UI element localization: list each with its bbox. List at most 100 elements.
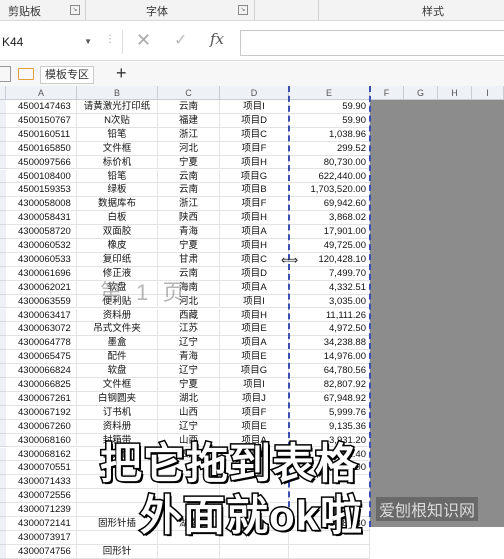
cell-d[interactable]: 项目H [220, 155, 289, 170]
cell-d[interactable]: 项目C [220, 127, 289, 142]
column-header-i[interactable]: I [472, 86, 504, 100]
cell-e[interactable]: 64,780.56 [289, 364, 370, 378]
cell-e[interactable]: 59.90 [289, 113, 370, 128]
cell-c[interactable]: 江苏 [158, 322, 220, 337]
cell-d[interactable]: 项目E [220, 350, 289, 365]
cell-b[interactable]: 配件 [77, 350, 158, 365]
cell-d[interactable]: 项目I [220, 378, 289, 392]
cell-b[interactable]: 橡皮 [77, 239, 158, 253]
cell-d[interactable]: 项目I [220, 100, 289, 114]
cell-a[interactable]: 4300064778 [6, 336, 77, 351]
cell-a[interactable]: 4300066824 [6, 364, 77, 378]
cell-d[interactable]: 项目E [220, 322, 289, 337]
cell-c[interactable]: 山西 [158, 405, 220, 420]
cell-d[interactable]: 项目H [220, 308, 289, 323]
cell-e[interactable]: 120,428.10 [289, 252, 370, 267]
cell-a[interactable]: 4500165850 [6, 141, 77, 156]
formula-input[interactable] [240, 30, 504, 56]
cell-a[interactable]: 4300063072 [6, 322, 77, 337]
cell-c[interactable] [158, 544, 220, 559]
cell-e[interactable]: 3,868.02 [289, 211, 370, 226]
cell-a[interactable]: 4300072556 [6, 489, 77, 504]
cell-c[interactable]: 辽宁 [158, 336, 220, 351]
cell-a[interactable]: 4300062021 [6, 280, 77, 295]
cell-d[interactable]: 项目C [220, 252, 289, 267]
cell-c[interactable]: 青海 [158, 225, 220, 239]
cell-a[interactable]: 4500159353 [6, 183, 77, 198]
cell-a[interactable]: 4300071433 [6, 475, 77, 490]
column-header-e[interactable]: E [289, 86, 370, 100]
column-header-a[interactable]: A [6, 86, 77, 100]
cell-a[interactable]: 4500147463 [6, 100, 77, 114]
column-header-g[interactable]: G [404, 86, 438, 100]
cell-c[interactable]: 河北 [158, 141, 220, 156]
cell-e[interactable]: 11,111.26 [289, 308, 370, 323]
add-tab-button[interactable]: + [116, 63, 127, 84]
tab-template-zone[interactable]: 模板专区 [40, 66, 94, 84]
cell-a[interactable]: 4300070551 [6, 461, 77, 476]
cell-d[interactable]: 项目B [220, 183, 289, 198]
cell-a[interactable]: 4300060532 [6, 239, 77, 253]
cell-c[interactable]: 宁夏 [158, 378, 220, 392]
cell-e[interactable]: 82,807.92 [289, 378, 370, 392]
column-header-c[interactable]: C [158, 86, 220, 100]
cell-e[interactable]: 7,499.70 [289, 266, 370, 281]
cell-a[interactable]: 4300067261 [6, 391, 77, 406]
cell-e[interactable]: 299.52 [289, 141, 370, 156]
cell-b[interactable]: N次贴 [77, 113, 158, 128]
cell-c[interactable]: 福建 [158, 113, 220, 128]
cell-d[interactable]: 项目I [220, 294, 289, 309]
cell-b[interactable]: 绿板 [77, 183, 158, 198]
cell-a[interactable]: 4500108400 [6, 169, 77, 184]
cell-a[interactable]: 4300073917 [6, 530, 77, 545]
cell-c[interactable]: 宁夏 [158, 155, 220, 170]
cell-b[interactable]: 数据库布 [77, 197, 158, 212]
cell-b[interactable]: 吊式文件夹 [77, 322, 158, 337]
column-header-b[interactable]: B [77, 86, 158, 100]
cell-e[interactable]: 622,440.00 [289, 169, 370, 184]
cell-a[interactable]: 4300074756 [6, 544, 77, 559]
cell-c[interactable]: 宁夏 [158, 239, 220, 253]
cell-d[interactable]: 项目D [220, 113, 289, 128]
column-header-h[interactable]: H [438, 86, 472, 100]
cell-e[interactable]: 1,703,520.00 [289, 183, 370, 198]
cell-a[interactable]: 4300063417 [6, 308, 77, 323]
cell-c[interactable]: 浙江 [158, 127, 220, 142]
cell-d[interactable]: 项目H [220, 211, 289, 226]
cell-d[interactable]: 项目G [220, 364, 289, 378]
cell-a[interactable]: 4500150767 [6, 113, 77, 128]
cell-e[interactable]: 17,901.00 [289, 225, 370, 239]
cell-a[interactable]: 4300063559 [6, 294, 77, 309]
cell-c[interactable]: 湖北 [158, 391, 220, 406]
cell-b[interactable]: 铅笔 [77, 127, 158, 142]
more-icon[interactable]: ⋮ [105, 34, 115, 45]
cell-e[interactable]: 49,725.00 [289, 239, 370, 253]
cell-a[interactable]: 4300068162 [6, 447, 77, 462]
cell-b[interactable]: 复印纸 [77, 252, 158, 267]
insert-function-icon[interactable]: fx [210, 30, 224, 48]
cell-b[interactable]: 软盘 [77, 364, 158, 378]
cell-d[interactable]: 项目D [220, 266, 289, 281]
cell-e[interactable] [289, 544, 370, 559]
cell-d[interactable]: 项目G [220, 169, 289, 184]
cell-c[interactable]: 青海 [158, 350, 220, 365]
cell-d[interactable]: 项目F [220, 141, 289, 156]
cell-b[interactable]: 订书机 [77, 405, 158, 420]
cell-b[interactable]: 双面胶 [77, 225, 158, 239]
cell-b[interactable]: 文件框 [77, 378, 158, 392]
cell-e[interactable]: 34,238.88 [289, 336, 370, 351]
cell-a[interactable]: 4300072141 [6, 517, 77, 531]
cell-b[interactable]: 墨盒 [77, 336, 158, 351]
cell-b[interactable]: 白板 [77, 211, 158, 226]
cell-b[interactable]: 回形针 [77, 544, 158, 559]
cell-a[interactable]: 4300068160 [6, 433, 77, 448]
cell-a[interactable]: 4300061696 [6, 266, 77, 281]
cell-b[interactable]: 标价机 [77, 155, 158, 170]
cell-c[interactable]: 浙江 [158, 197, 220, 212]
cell-a[interactable]: 4300058720 [6, 225, 77, 239]
cell-c[interactable]: 陕西 [158, 211, 220, 226]
cell-c[interactable]: 云南 [158, 183, 220, 198]
cell-c[interactable]: 甘肃 [158, 252, 220, 267]
cell-b[interactable]: 白钢圆夹 [77, 391, 158, 406]
cell-d[interactable]: 项目H [220, 239, 289, 253]
